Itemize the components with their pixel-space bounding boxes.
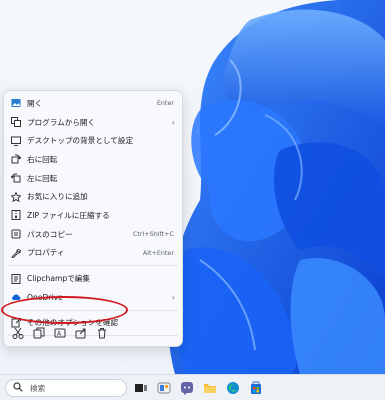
task-view-icon[interactable] — [133, 380, 149, 396]
chevron-right-icon: › — [171, 117, 175, 127]
menu-item-label: パスのコピー — [27, 229, 73, 239]
menu-item-onedrive[interactable]: OneDrive › — [4, 288, 182, 307]
menu-item-label: Clipchampで編集 — [27, 274, 90, 284]
search-icon — [13, 382, 23, 394]
menu-item-label: お気に入りに追加 — [27, 192, 88, 202]
context-menu: 開く Enter プログラムから開く › デスクトップの背景として設定 右に回転… — [3, 90, 183, 347]
search-box[interactable]: 検索 — [5, 379, 127, 397]
menu-item-label: プロパティ — [27, 248, 65, 258]
menu-item-clipchamp[interactable]: Clipchampで編集 — [4, 269, 182, 288]
cut-icon[interactable] — [12, 327, 24, 339]
menu-separator — [8, 309, 178, 311]
menu-item-open[interactable]: 開く Enter — [4, 94, 182, 113]
menu-item-label: OneDrive — [27, 292, 63, 302]
rotate-right-icon — [11, 154, 21, 164]
cloud-icon — [11, 292, 21, 302]
file-explorer-icon[interactable] — [202, 380, 218, 396]
search-placeholder: 検索 — [30, 383, 46, 393]
chevron-right-icon: › — [171, 292, 175, 302]
shortcut-text: Alt+Enter — [142, 248, 174, 257]
copy-path-icon — [11, 229, 21, 239]
shortcut-text: Ctrl+Shift+C — [132, 230, 174, 239]
copy-icon[interactable] — [33, 327, 45, 339]
menu-item-zip[interactable]: ZIP ファイルに圧縮する — [4, 206, 182, 225]
rename-icon[interactable]: A — [54, 327, 66, 339]
menu-item-copy-path[interactable]: パスのコピー Ctrl+Shift+C — [4, 225, 182, 244]
svg-text:A: A — [57, 331, 62, 338]
shortcut-text: Enter — [156, 99, 174, 108]
taskbar-icons — [133, 379, 264, 397]
teams-chat-icon[interactable] — [179, 380, 195, 396]
menu-item-label: 左に回転 — [27, 173, 58, 183]
star-icon — [11, 191, 21, 202]
share-icon[interactable] — [75, 327, 87, 339]
wrench-icon — [11, 248, 21, 258]
menu-item-rotate-left[interactable]: 左に回転 — [4, 169, 182, 188]
edge-icon[interactable] — [225, 380, 241, 396]
taskbar: 検索 — [0, 374, 385, 400]
menu-item-label: 開く — [27, 98, 43, 108]
menu-item-label: プログラムから開く — [27, 117, 96, 127]
menu-item-open-with[interactable]: プログラムから開く › — [4, 113, 182, 132]
menu-item-label: 右に回転 — [27, 154, 58, 164]
zip-icon — [11, 210, 21, 221]
quick-actions-bar: A — [4, 324, 182, 342]
rotate-left-icon — [11, 173, 21, 183]
open-with-icon — [11, 117, 21, 128]
menu-item-properties[interactable]: プロパティ Alt+Enter — [4, 244, 182, 263]
menu-separator — [8, 265, 178, 267]
menu-item-set-background[interactable]: デスクトップの背景として設定 — [4, 131, 182, 150]
delete-icon[interactable] — [96, 327, 108, 339]
menu-item-rotate-right[interactable]: 右に回転 — [4, 150, 182, 169]
image-open-icon — [11, 98, 21, 108]
menu-item-label: ZIP ファイルに圧縮する — [27, 210, 110, 220]
store-icon[interactable] — [248, 380, 264, 396]
clipchamp-icon — [11, 273, 21, 284]
menu-item-add-favorite[interactable]: お気に入りに追加 — [4, 187, 182, 206]
menu-item-label: デスクトップの背景として設定 — [27, 136, 134, 146]
desktop-background-icon — [11, 136, 21, 146]
widgets-icon[interactable] — [156, 380, 172, 396]
